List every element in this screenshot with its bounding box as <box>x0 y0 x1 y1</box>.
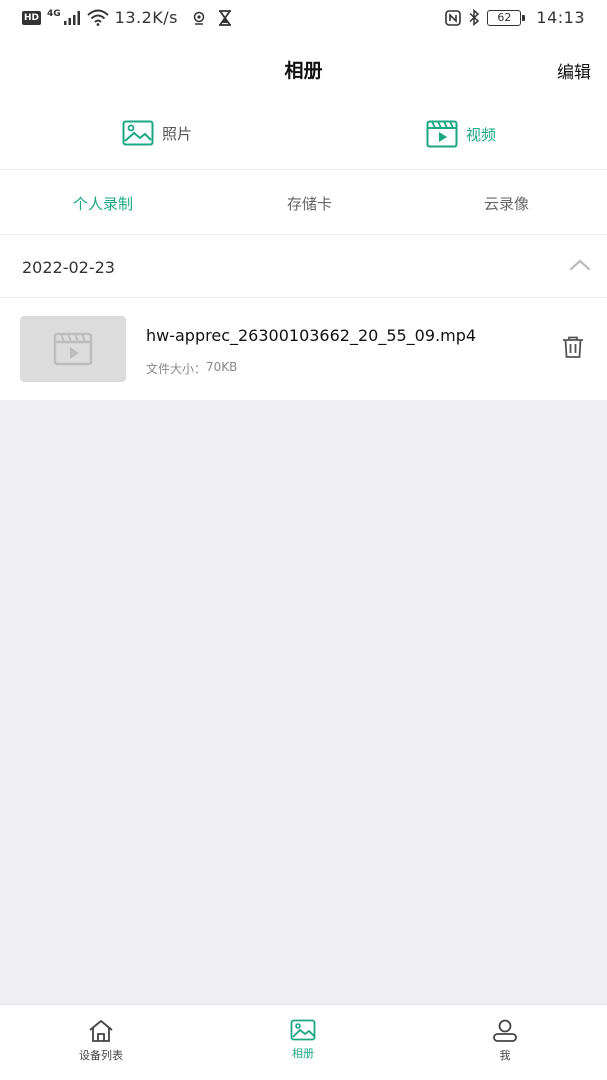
video-placeholder-icon <box>53 332 93 366</box>
source-tabs: 个人录制 存储卡 云录像 <box>0 171 607 235</box>
signal-icon <box>63 10 80 25</box>
photo-type-label: 照片 <box>162 124 193 143</box>
hd-badge: HD <box>22 10 42 25</box>
video-thumbnail[interactable] <box>20 316 126 382</box>
wifi-icon <box>87 9 109 26</box>
tab-device-list[interactable]: 设备列表 <box>41 1019 161 1063</box>
bluetooth-icon <box>469 9 480 26</box>
network-type: 4G <box>47 8 61 19</box>
image-icon <box>122 120 154 146</box>
tab-me-label: 我 <box>499 1049 511 1062</box>
tab-personal-recording[interactable]: 个人录制 <box>73 193 133 214</box>
file-name: hw-apprec_26300103662_20_55_09.mp4 <box>146 326 477 345</box>
media-type-selector: 照片 视频 <box>0 100 607 170</box>
edit-button[interactable]: 编辑 <box>557 58 591 83</box>
status-right: 62 14:13 <box>445 8 585 27</box>
hourglass-icon <box>219 9 232 26</box>
clock: 14:13 <box>536 8 585 27</box>
video-icon <box>426 120 458 148</box>
tab-storage-card[interactable]: 存储卡 <box>287 193 332 214</box>
status-bar: HD 4G 13.2K/s 62 14:13 <box>0 0 607 36</box>
battery-indicator: 62 <box>487 9 526 26</box>
nfc-icon <box>445 9 462 26</box>
photo-type-button[interactable]: 照片 <box>122 120 192 146</box>
file-size: 文件大小： 70KB <box>146 360 237 377</box>
trash-icon[interactable] <box>561 335 585 359</box>
user-icon <box>493 1019 517 1042</box>
status-left: HD 4G 13.2K/s <box>22 8 232 27</box>
file-size-value: 70KB <box>206 360 238 374</box>
tab-device-list-label: 设备列表 <box>79 1049 123 1062</box>
home-icon <box>89 1020 113 1042</box>
file-size-label: 文件大小： <box>146 362 207 376</box>
tab-album[interactable]: 相册 <box>243 1019 363 1061</box>
network-speed: 13.2K/s <box>114 8 179 27</box>
tab-cloud-recording[interactable]: 云录像 <box>484 193 529 214</box>
page-title: 相册 <box>284 60 323 82</box>
camera-status-icon <box>193 11 205 25</box>
tab-album-label: 相册 <box>292 1047 314 1060</box>
video-type-button[interactable]: 视频 <box>426 120 496 148</box>
date-section-header[interactable]: 2022-02-23 <box>0 236 607 298</box>
navigation-bar: 相册 编辑 <box>0 36 607 100</box>
bottom-tab-bar: 设备列表 相册 我 <box>0 1004 607 1080</box>
section-date: 2022-02-23 <box>22 258 115 277</box>
video-type-label: 视频 <box>466 125 497 144</box>
chevron-up-icon <box>569 259 591 271</box>
image-icon <box>290 1019 316 1041</box>
list-item[interactable]: hw-apprec_26300103662_20_55_09.mp4 文件大小：… <box>0 299 607 400</box>
tab-me[interactable]: 我 <box>445 1019 565 1063</box>
